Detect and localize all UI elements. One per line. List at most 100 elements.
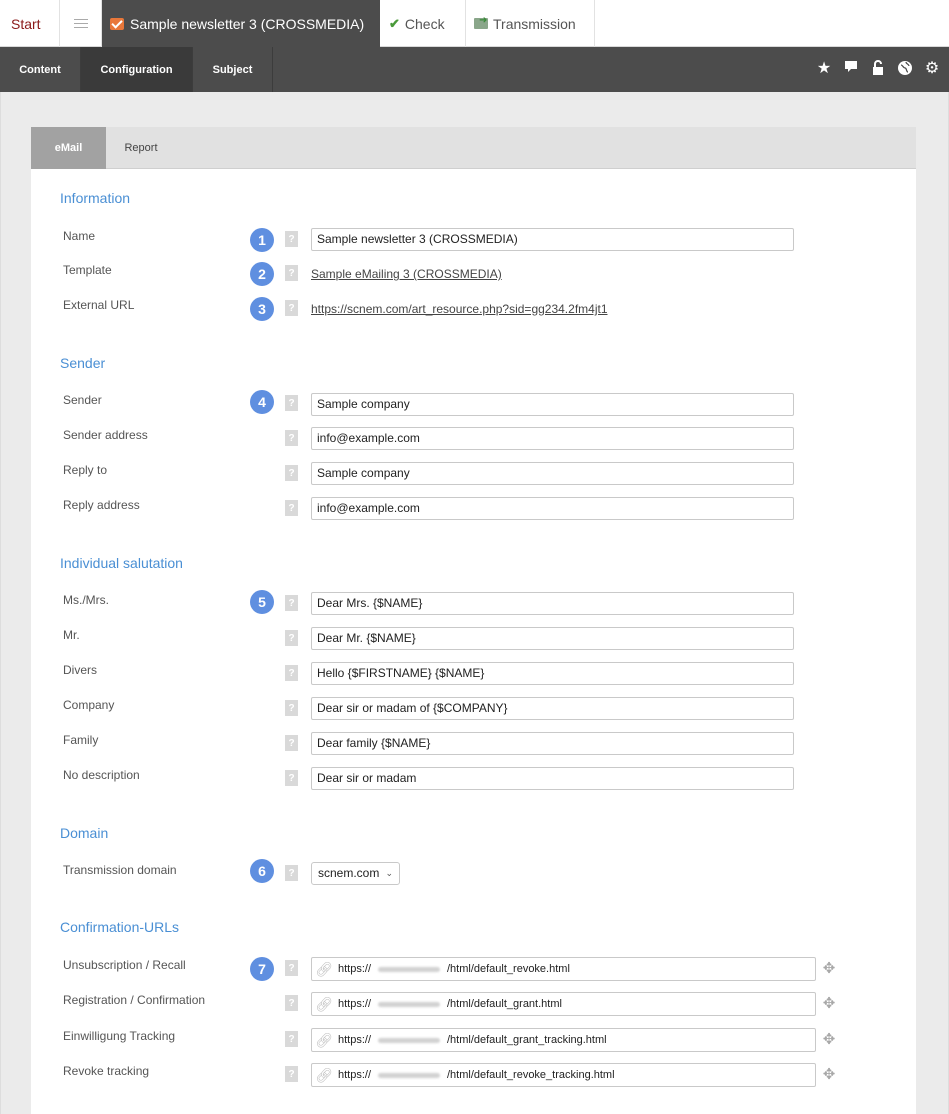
section-confirmation-heading: Confirmation-URLs: [60, 919, 180, 935]
external-url-link[interactable]: https://scnem.com/art_resource.php?sid=g…: [311, 302, 608, 316]
help-icon[interactable]: ?: [285, 665, 298, 681]
help-icon[interactable]: ?: [285, 430, 298, 446]
transmission-domain-value: scnem.com: [318, 866, 380, 880]
crosshair-icon[interactable]: ✥: [820, 960, 838, 978]
tab-subject[interactable]: Subject: [193, 47, 273, 92]
blurred-domain: [378, 967, 440, 972]
salutation-label: Mr.: [63, 628, 80, 642]
tab-report[interactable]: Report: [106, 127, 176, 169]
confirmation-url-label: Einwilligung Tracking: [63, 1029, 176, 1043]
star-icon[interactable]: ★: [815, 60, 833, 81]
confirmation-url-label: Revoke tracking: [63, 1064, 150, 1078]
salutation-input[interactable]: Dear sir or madam of {$COMPANY}: [311, 697, 794, 720]
nav-icon-group: ★ ⚙: [815, 60, 941, 81]
url-path: /html/default_revoke_tracking.html: [447, 1069, 615, 1081]
url-prefix: https://: [338, 998, 372, 1010]
help-icon[interactable]: ?: [285, 865, 298, 881]
tab-newsletter-label: Sample newsletter 3 (CROSSMEDIA): [130, 15, 365, 32]
crosshair-icon[interactable]: ✥: [820, 1031, 838, 1049]
help-icon[interactable]: ?: [285, 960, 298, 976]
confirmation-url-input[interactable]: 🔗︎ https:// /html/default_revoke_trackin…: [311, 1063, 816, 1087]
callout-badge: 6: [250, 859, 274, 883]
section-sender-heading: Sender: [60, 355, 106, 371]
url-prefix: https://: [338, 1034, 372, 1046]
salutation-input[interactable]: Hello {$FIRSTNAME} {$NAME}: [311, 662, 794, 685]
sender-label: Sender: [63, 393, 102, 407]
unlock-icon[interactable]: [869, 60, 887, 81]
name-input[interactable]: Sample newsletter 3 (CROSSMEDIA): [311, 228, 794, 251]
globe-icon[interactable]: [896, 60, 914, 81]
reply-to-label: Reply to: [63, 463, 108, 477]
main-nav: Content Configuration Subject ★ ⚙: [0, 47, 949, 92]
gear-icon[interactable]: ⚙: [923, 60, 941, 81]
help-icon[interactable]: ?: [285, 595, 298, 611]
tab-content[interactable]: Content: [0, 47, 81, 92]
sender-address-input[interactable]: info@example.com: [311, 427, 794, 450]
section-salutation-heading: Individual salutation: [60, 555, 183, 571]
callout-badge: 4: [250, 390, 274, 414]
reply-address-input[interactable]: info@example.com: [311, 497, 794, 520]
callout-badge: 3: [250, 297, 274, 321]
callout-badge: 5: [250, 590, 274, 614]
crosshair-icon[interactable]: ✥: [820, 1066, 838, 1084]
link-icon: 🔗︎: [315, 961, 333, 977]
salutation-label: Family: [63, 733, 99, 747]
callout-badge: 1: [250, 228, 274, 252]
tab-check-label: Check: [404, 15, 445, 32]
salutation-input[interactable]: Dear sir or madam: [311, 767, 794, 790]
tab-transmission-label: Transmission: [493, 15, 576, 32]
tab-content-label: Content: [19, 63, 61, 76]
help-icon[interactable]: ?: [285, 995, 298, 1011]
help-icon[interactable]: ?: [285, 630, 298, 646]
check-icon: ✔: [389, 15, 400, 31]
help-icon[interactable]: ?: [285, 231, 298, 247]
help-icon[interactable]: ?: [285, 500, 298, 516]
help-icon[interactable]: ?: [285, 395, 298, 411]
confirmation-url-input[interactable]: 🔗︎ https:// /html/default_grant_tracking…: [311, 1028, 816, 1052]
tab-start[interactable]: Start: [0, 0, 60, 47]
tab-email-label: eMail: [54, 142, 83, 154]
transmission-icon: [474, 15, 488, 29]
confirmation-url-label: Unsubscription / Recall: [63, 958, 186, 972]
salutation-input[interactable]: Dear Mr. {$NAME}: [311, 627, 794, 650]
crosshair-icon[interactable]: ✥: [820, 995, 838, 1013]
help-icon[interactable]: ?: [285, 300, 298, 316]
reply-to-input[interactable]: Sample company: [311, 462, 794, 485]
url-path: /html/default_revoke.html: [447, 963, 570, 975]
help-icon[interactable]: ?: [285, 465, 298, 481]
tab-configuration[interactable]: Configuration: [81, 47, 193, 92]
confirmation-url-input[interactable]: 🔗︎ https:// /html/default_grant.html: [311, 992, 816, 1016]
help-icon[interactable]: ?: [285, 1066, 298, 1082]
help-icon[interactable]: ?: [285, 265, 298, 281]
help-icon[interactable]: ?: [285, 735, 298, 751]
comment-icon[interactable]: [842, 60, 860, 81]
transmission-domain-select[interactable]: scnem.com ⌄: [311, 862, 400, 885]
template-link[interactable]: Sample eMailing 3 (CROSSMEDIA): [311, 267, 502, 281]
tab-check[interactable]: ✔ Check: [380, 0, 466, 47]
help-icon[interactable]: ?: [285, 700, 298, 716]
confirmation-url-input[interactable]: 🔗︎ https:// /html/default_revoke.html: [311, 957, 816, 981]
sender-input[interactable]: Sample company: [311, 393, 794, 416]
tab-email[interactable]: eMail: [31, 127, 106, 169]
tab-report-label: Report: [124, 142, 158, 154]
reply-address-label: Reply address: [63, 498, 140, 512]
transmission-domain-label: Transmission domain: [63, 863, 177, 877]
salutation-input[interactable]: Dear Mrs. {$NAME}: [311, 592, 794, 615]
template-label: Template: [63, 263, 112, 277]
link-icon: 🔗︎: [315, 996, 333, 1012]
tab-newsletter[interactable]: Sample newsletter 3 (CROSSMEDIA): [102, 0, 380, 47]
external-url-label: External URL: [63, 298, 135, 312]
chevron-down-icon: ⌄: [385, 868, 393, 878]
blurred-domain: [378, 1073, 440, 1078]
sender-address-label: Sender address: [63, 428, 148, 442]
callout-badge: 7: [250, 957, 274, 981]
help-icon[interactable]: ?: [285, 1031, 298, 1047]
salutation-input[interactable]: Dear family {$NAME}: [311, 732, 794, 755]
tab-list[interactable]: [60, 0, 102, 47]
tab-subject-label: Subject: [212, 63, 253, 76]
salutation-label: Company: [63, 698, 115, 712]
help-icon[interactable]: ?: [285, 770, 298, 786]
list-icon: [73, 18, 88, 30]
tab-transmission[interactable]: Transmission: [466, 0, 595, 47]
link-icon: 🔗︎: [315, 1032, 333, 1048]
